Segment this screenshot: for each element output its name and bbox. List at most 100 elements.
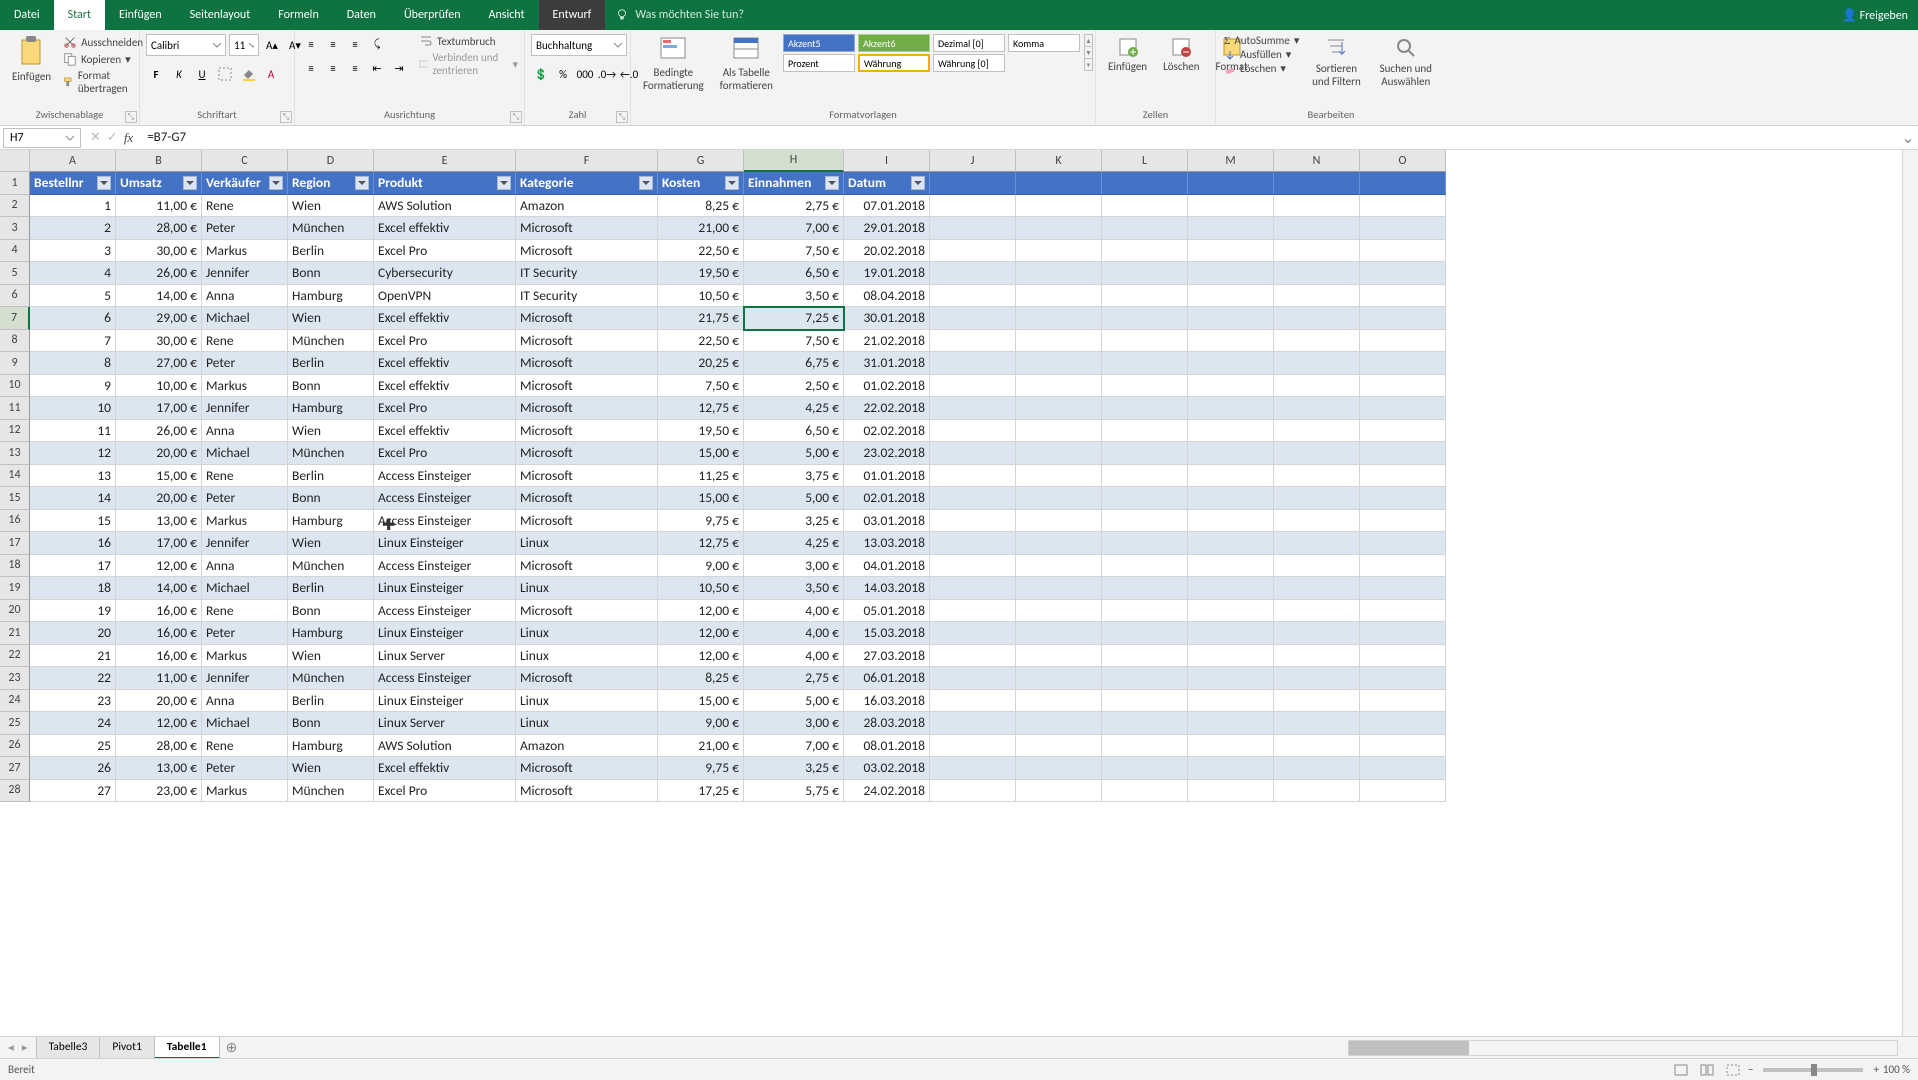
cell-M16[interactable] [1188,510,1274,533]
cell-O27[interactable] [1360,757,1446,780]
cell-L10[interactable] [1102,375,1188,398]
col-header-K[interactable]: K [1016,150,1102,172]
cell-B8[interactable]: 30,00 € [116,330,202,353]
cell-M21[interactable] [1188,622,1274,645]
style-gallery-scroll[interactable]: ▲▼▾ [1084,34,1093,70]
cell-A7[interactable]: 6 [30,307,116,330]
cell-G17[interactable]: 12,75 € [658,532,744,555]
cell-J1[interactable] [930,172,1016,195]
cell-N14[interactable] [1274,465,1360,488]
autosum-button[interactable]: ΣAutoSumme ▾ [1222,34,1301,47]
col-header-A[interactable]: A [30,150,116,172]
cell-E3[interactable]: Excel effektiv [374,217,516,240]
row-header-7[interactable]: 7 [0,307,30,330]
cell-J12[interactable] [930,420,1016,443]
cell-K5[interactable] [1016,262,1102,285]
cell-B10[interactable]: 10,00 € [116,375,202,398]
cell-H25[interactable]: 3,00 € [744,712,844,735]
cell-H1[interactable]: Einnahmen [744,172,844,195]
cell-D15[interactable]: Bonn [288,487,374,510]
cell-C11[interactable]: Jennifer [202,397,288,420]
cell-G21[interactable]: 12,00 € [658,622,744,645]
cell-J6[interactable] [930,285,1016,308]
horizontal-scrollbar[interactable] [1348,1040,1898,1056]
col-header-B[interactable]: B [116,150,202,172]
cell-M27[interactable] [1188,757,1274,780]
view-pagebreak-button[interactable] [1722,1061,1744,1079]
sheet-tab-tabelle3[interactable]: Tabelle3 [36,1037,101,1059]
col-header-G[interactable]: G [658,150,744,172]
cell-C9[interactable]: Peter [202,352,288,375]
cell-D26[interactable]: Hamburg [288,735,374,758]
cell-G6[interactable]: 10,50 € [658,285,744,308]
font-color-button[interactable]: A [261,64,281,84]
enter-formula-button[interactable]: ✓ [107,130,118,145]
cell-O5[interactable] [1360,262,1446,285]
style-akzent6[interactable]: Akzent6 [858,34,930,52]
cell-O6[interactable] [1360,285,1446,308]
cell-K27[interactable] [1016,757,1102,780]
cell-O23[interactable] [1360,667,1446,690]
cell-L17[interactable] [1102,532,1188,555]
cell-E21[interactable]: Linux Einsteiger [374,622,516,645]
cell-C20[interactable]: Rene [202,600,288,623]
cell-L15[interactable] [1102,487,1188,510]
row-header-14[interactable]: 14 [0,465,30,488]
cell-E25[interactable]: Linux Server [374,712,516,735]
cell-H2[interactable]: 2,75 € [744,195,844,218]
cell-F1[interactable]: Kategorie [516,172,658,195]
cell-A10[interactable]: 9 [30,375,116,398]
underline-button[interactable]: U [192,64,212,84]
cell-B4[interactable]: 30,00 € [116,240,202,263]
cell-B1[interactable]: Umsatz [116,172,202,195]
row-header-13[interactable]: 13 [0,442,30,465]
cell-M5[interactable] [1188,262,1274,285]
cell-I2[interactable]: 07.01.2018 [844,195,930,218]
cell-N24[interactable] [1274,690,1360,713]
cell-A8[interactable]: 7 [30,330,116,353]
tab-design[interactable]: Entwurf [539,0,606,30]
filter-Verkäufer[interactable] [269,176,283,190]
cell-K1[interactable] [1016,172,1102,195]
cell-N10[interactable] [1274,375,1360,398]
italic-button[interactable]: K [169,64,189,84]
cell-L22[interactable] [1102,645,1188,668]
cell-H13[interactable]: 5,00 € [744,442,844,465]
share-button[interactable]: 👤 Freigeben [1842,8,1908,23]
cell-F8[interactable]: Microsoft [516,330,658,353]
row-header-15[interactable]: 15 [0,487,30,510]
cell-O8[interactable] [1360,330,1446,353]
filter-Region[interactable] [355,176,369,190]
cell-L8[interactable] [1102,330,1188,353]
cell-J25[interactable] [930,712,1016,735]
cell-G23[interactable]: 8,25 € [658,667,744,690]
cell-A18[interactable]: 17 [30,555,116,578]
row-header-16[interactable]: 16 [0,510,30,533]
cell-A5[interactable]: 4 [30,262,116,285]
cell-H20[interactable]: 4,00 € [744,600,844,623]
cell-C23[interactable]: Jennifer [202,667,288,690]
cell-A16[interactable]: 15 [30,510,116,533]
cell-B13[interactable]: 20,00 € [116,442,202,465]
cell-K2[interactable] [1016,195,1102,218]
sheet-nav[interactable]: ◂▸ [0,1040,36,1055]
cell-K9[interactable] [1016,352,1102,375]
cell-J11[interactable] [930,397,1016,420]
cell-J19[interactable] [930,577,1016,600]
cell-I13[interactable]: 23.02.2018 [844,442,930,465]
cell-I24[interactable]: 16.03.2018 [844,690,930,713]
cell-N19[interactable] [1274,577,1360,600]
style-komma[interactable]: Komma [1008,34,1080,52]
cell-O24[interactable] [1360,690,1446,713]
cell-L19[interactable] [1102,577,1188,600]
cell-G9[interactable]: 20,25 € [658,352,744,375]
cell-L27[interactable] [1102,757,1188,780]
select-all-corner[interactable] [0,150,30,172]
cell-L14[interactable] [1102,465,1188,488]
cell-E22[interactable]: Linux Server [374,645,516,668]
cell-N22[interactable] [1274,645,1360,668]
cell-B19[interactable]: 14,00 € [116,577,202,600]
align-middle-button[interactable]: ≡ [323,34,343,54]
cell-D17[interactable]: Wien [288,532,374,555]
cell-O14[interactable] [1360,465,1446,488]
